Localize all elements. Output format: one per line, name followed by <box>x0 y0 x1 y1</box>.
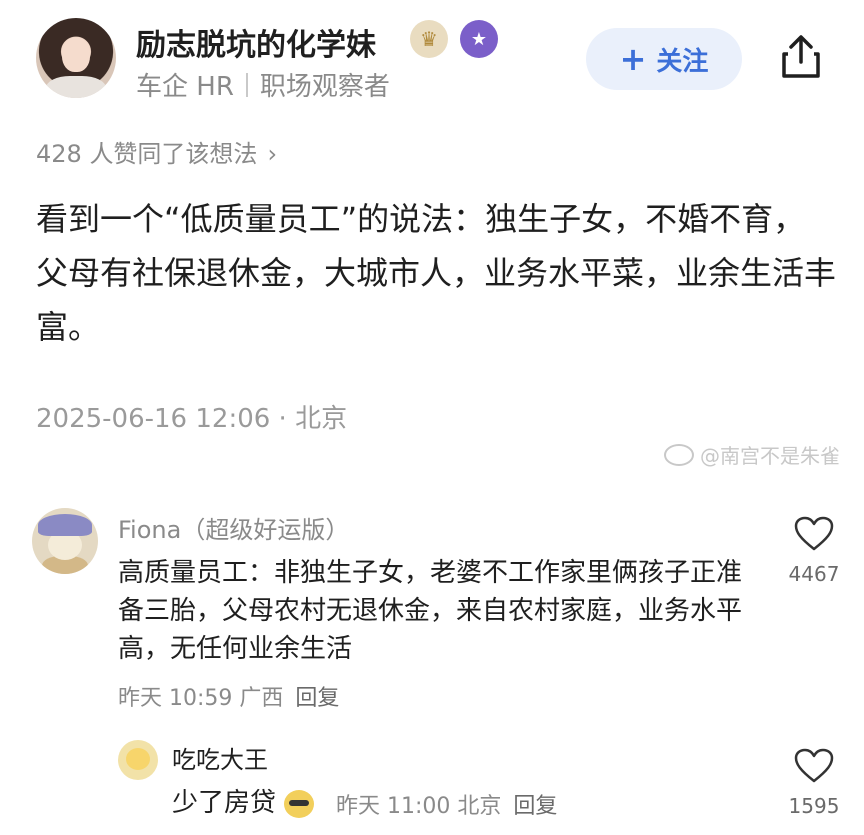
likes-summary-text: 428 人赞同了该想法 <box>36 140 258 168</box>
reply-button[interactable]: 回复 <box>513 794 557 819</box>
reply-button[interactable]: 回复 <box>295 686 339 711</box>
likes-summary-link[interactable]: 428 人赞同了该想法 › <box>36 134 277 169</box>
comment-text: 高质量员工：非独生子女，老婆不工作家里俩孩子正准备三胎，父母农村无退休金，来自农… <box>118 558 743 664</box>
reply-text: 少了房贷 <box>172 788 277 818</box>
post-body: 看到一个“低质量员工”的说法：独生子女，不婚不育，父母有社保退休金，大城市人，业… <box>36 200 837 346</box>
comment-like-count: 4467 <box>788 562 840 586</box>
watermark: @南宫不是朱雀 <box>664 440 840 469</box>
author-avatar[interactable] <box>36 18 116 98</box>
weibo-logo-icon <box>664 443 694 466</box>
watermark-text: @南宫不是朱雀 <box>700 444 840 468</box>
author-tag-role: 职场观察者 <box>259 72 390 102</box>
reply-like-count: 1595 <box>788 794 840 818</box>
share-icon[interactable] <box>780 34 822 80</box>
follow-label: 关注 <box>656 46 709 77</box>
author-tag-company: 车企 HR <box>136 72 234 102</box>
post-meta: 2025-06-16 12:06 · 北京 <box>36 404 348 434</box>
reply-text-row: 少了房贷 <box>172 784 322 822</box>
follow-button[interactable]: + 关注 <box>586 28 742 90</box>
sunglasses-dog-emoji-icon <box>284 789 315 818</box>
star-badge-icon: ★ <box>460 20 498 58</box>
heart-icon[interactable] <box>794 748 834 784</box>
comment-avatar[interactable] <box>32 508 98 574</box>
author-tags: 车企 HR 职场观察者 <box>136 66 390 103</box>
reply-avatar[interactable] <box>118 740 158 780</box>
comment-username[interactable]: Fiona（超级好运版） <box>118 510 349 545</box>
crown-badge-icon: ♛ <box>410 20 448 58</box>
reply-time: 昨天 11:00 北京 <box>336 794 502 819</box>
chevron-right-icon: › <box>267 140 278 168</box>
tag-divider <box>245 72 248 97</box>
reply-username[interactable]: 吃吃大王 <box>172 740 268 775</box>
comment-time: 昨天 10:59 广西 <box>118 686 284 711</box>
plus-icon: + <box>619 40 647 78</box>
author-name[interactable]: 励志脱坑的化学妹 <box>136 20 376 64</box>
heart-icon[interactable] <box>794 516 834 552</box>
reply-meta: 昨天 11:00 北京 回复 <box>336 788 557 820</box>
comment-meta: 昨天 10:59 广西 回复 <box>118 680 339 712</box>
